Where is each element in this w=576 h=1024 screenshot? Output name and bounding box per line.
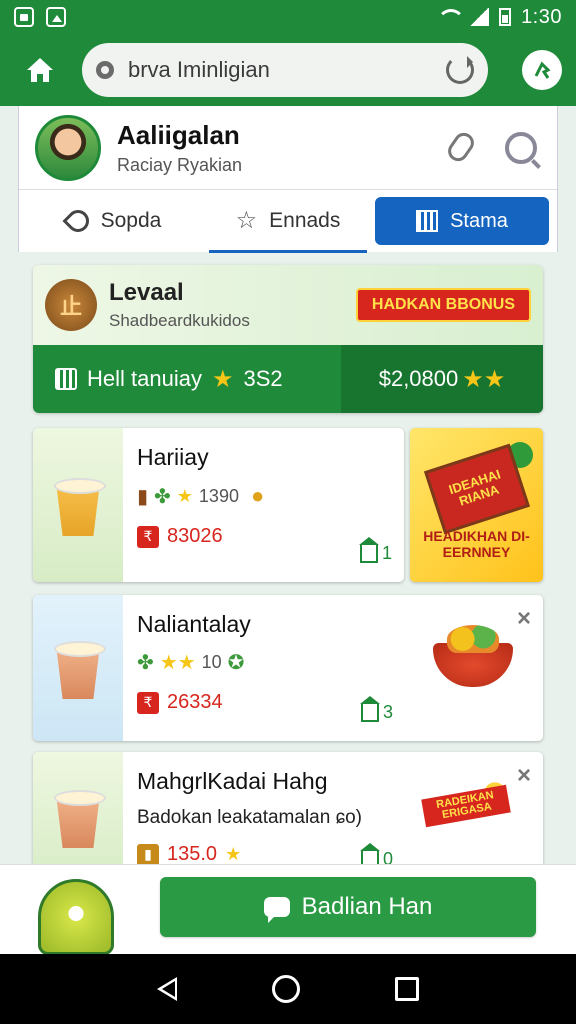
house-icon (359, 695, 380, 722)
browser-toolbar: brva Ιminligian (0, 34, 576, 106)
list-item[interactable]: Naliantalay ✤ ★★ 10 ✪ ₹ 26334 × 3 (33, 595, 543, 741)
home-icon (27, 58, 53, 82)
star-icon: ★★ (159, 652, 196, 674)
food-bowl-icon (433, 619, 513, 689)
list-item[interactable]: MahgrlKadai Hahg Badokan leakatamalan ɕo… (33, 752, 543, 882)
stat-label: Hell tanuiay (87, 366, 202, 391)
tab-label: Sopda (100, 209, 162, 232)
level-badge-icon: 止 (45, 279, 97, 331)
item-thumbnail (33, 595, 123, 741)
star-outline-icon: ☆ (235, 207, 258, 234)
item-thumbnail (33, 752, 123, 882)
balance[interactable]: $2,0800 ★★ (341, 345, 543, 413)
tab-stama[interactable]: Stama (375, 197, 549, 245)
star-icon: ★★ (462, 365, 506, 393)
drink-icon (54, 474, 106, 536)
price-tag-icon: ₹ (137, 525, 159, 548)
back-icon[interactable] (157, 977, 178, 1001)
bonus-badge[interactable]: HADKAN BBONUS (355, 288, 531, 322)
battery-icon (499, 8, 512, 26)
ribbon-text: RADEIKAN ERIGASA (421, 784, 511, 828)
chest-icon: ▮ (137, 843, 159, 866)
tab-sopda[interactable]: Sopda (27, 197, 201, 245)
close-icon[interactable]: × (517, 762, 531, 790)
item-title: Hariiay (137, 444, 209, 470)
profile-card: Aaliigalan Raciay Ryakian Sopda ☆ Ennads… (18, 106, 558, 253)
chest-icon: ▮ (137, 485, 149, 508)
extension-button[interactable] (522, 50, 562, 90)
item-thumbnail (33, 428, 123, 582)
search-icon[interactable] (505, 131, 537, 164)
grid-icon (416, 210, 439, 232)
star-icon: ★ (176, 485, 193, 506)
item-meta: 1390 (198, 485, 239, 506)
promo-banner[interactable]: IDEAHAI RIANA HEADIKHAN DI- EERNNEY (410, 428, 543, 582)
balance-value: $2,0800 (378, 366, 459, 391)
pin-icon[interactable] (443, 132, 471, 164)
level-subtitle: Shadbeardkukidos (109, 311, 250, 330)
avatar[interactable] (35, 114, 101, 181)
url-text[interactable]: brva Ιminligian (128, 57, 446, 83)
list-item[interactable]: Hariiay ▮ ✤ ★ 1390 ● ₹ 83026 1 (33, 428, 404, 582)
primary-cta-button[interactable]: Badlian Han (160, 877, 536, 937)
star-icon: ★ (211, 365, 234, 393)
lock-notification-icon (14, 7, 34, 27)
close-icon[interactable]: × (517, 605, 531, 633)
leaf-icon: ✪ (227, 652, 245, 674)
price-tag-icon: ₹ (137, 691, 159, 714)
site-info-icon[interactable] (96, 61, 114, 79)
house-icon (358, 536, 379, 563)
count-value: 1 (381, 543, 392, 563)
clock: 1:30 (521, 5, 562, 28)
tab-ennads[interactable]: ☆ Ennads (201, 197, 375, 253)
home-circle-icon[interactable] (271, 975, 300, 1003)
item-image (433, 619, 513, 689)
star-icon: ★ (225, 844, 242, 864)
item-price: 135.0 (167, 843, 218, 865)
mascot-icon (38, 879, 114, 955)
grid-icon (55, 368, 77, 390)
item-count: 3 (359, 695, 393, 723)
leaf-icon: ✤ (154, 485, 171, 508)
stat-summary[interactable]: Hell tanuiay ★ 3S2 (33, 345, 341, 413)
drink-icon (54, 637, 106, 699)
bottom-action-bar: Badlian Han (0, 864, 576, 955)
url-bar[interactable]: brva Ιminligian (82, 43, 488, 97)
profile-subtitle: Raciay Ryakian (117, 154, 243, 175)
system-nav-bar (0, 954, 576, 1024)
recents-icon[interactable] (394, 977, 419, 1001)
profile-header: Aaliigalan Raciay Ryakian (19, 106, 557, 190)
promo-flag: IDEAHAI RIANA (424, 443, 530, 535)
promo-caption: HEADIKHAN DI- EERNNEY (423, 528, 530, 560)
item-price: 83026 (167, 525, 223, 547)
drop-icon: ● (250, 483, 265, 508)
cta-label: Badlian Han (301, 893, 433, 920)
status-bar: 1:30 (0, 0, 576, 34)
wifi-icon (437, 9, 466, 25)
item-meta: 10 (201, 652, 222, 672)
item-count: 1 (358, 536, 392, 564)
profile-name: Aaliigalan (117, 119, 240, 150)
home-button[interactable] (14, 44, 66, 96)
reload-icon[interactable] (446, 56, 474, 84)
drink-icon (54, 786, 106, 848)
tab-label: Stama (450, 209, 508, 232)
leaf-icon: ✤ (137, 652, 154, 674)
key-icon (62, 205, 94, 237)
item-price: 26334 (167, 691, 223, 713)
chat-icon (263, 897, 290, 923)
ribbon-badge: RADEIKAN ERIGASA (421, 778, 513, 828)
count-value: 3 (382, 702, 393, 722)
level-title: Levaal (109, 279, 184, 306)
level-card: 止 Levaal Shadbeardkukidos HADKAN BBONUS … (33, 265, 543, 413)
signal-icon (469, 8, 490, 26)
image-notification-icon (46, 7, 66, 27)
stat-value: 3S2 (243, 366, 283, 391)
tab-bar: Sopda ☆ Ennads Stama (19, 190, 557, 253)
puzzle-icon (534, 61, 551, 79)
tab-label: Ennads (269, 209, 341, 232)
